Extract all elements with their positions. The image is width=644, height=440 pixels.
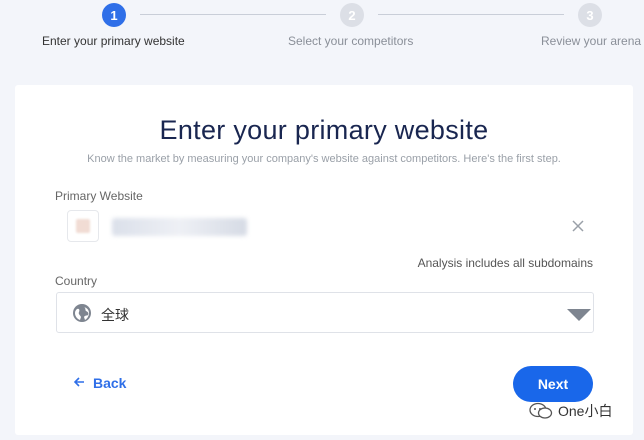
watermark-text: One小白 bbox=[558, 403, 613, 419]
page-title: Enter your primary website bbox=[159, 115, 489, 145]
page-subtitle: Know the market by measuring your compan… bbox=[87, 153, 561, 165]
country-select[interactable]: 全球 bbox=[56, 292, 594, 333]
step-connector-2 bbox=[378, 14, 564, 15]
next-button[interactable]: Next bbox=[513, 366, 593, 402]
website-favicon bbox=[67, 210, 99, 242]
country-value: 全球 bbox=[101, 307, 129, 323]
step-2-indicator: 2 bbox=[340, 3, 364, 27]
back-button[interactable]: Back bbox=[73, 375, 126, 391]
step-1-indicator: 1 bbox=[102, 3, 126, 27]
website-url-value bbox=[112, 218, 247, 236]
setup-card: Enter your primary website Know the mark… bbox=[15, 85, 633, 435]
subdomains-hint: Analysis includes all subdomains bbox=[417, 256, 593, 270]
step-3-label: Review your arena bbox=[541, 34, 642, 48]
step-connector-1 bbox=[140, 14, 326, 15]
step-1-label: Enter your primary website bbox=[42, 34, 185, 48]
step-2-label: Select your competitors bbox=[288, 34, 414, 48]
watermark: One小白 bbox=[528, 401, 612, 421]
primary-website-field[interactable] bbox=[67, 208, 597, 244]
progress-stepper: 1 2 3 Enter your primary website Select … bbox=[0, 0, 644, 60]
wechat-icon bbox=[528, 401, 554, 421]
back-button-label: Back bbox=[93, 375, 127, 391]
step-3-indicator: 3 bbox=[578, 3, 602, 27]
chevron-down-icon bbox=[567, 309, 591, 321]
close-icon[interactable] bbox=[569, 217, 587, 235]
globe-icon bbox=[72, 303, 92, 323]
primary-website-label: Primary Website bbox=[55, 189, 143, 203]
arrow-left-icon bbox=[73, 375, 85, 391]
country-label: Country bbox=[55, 274, 98, 288]
